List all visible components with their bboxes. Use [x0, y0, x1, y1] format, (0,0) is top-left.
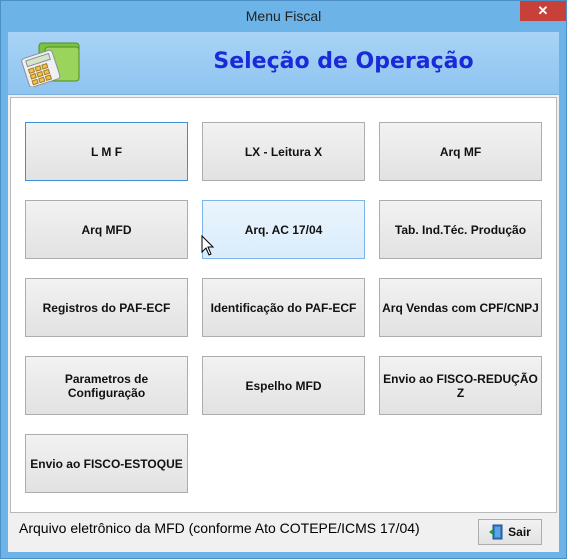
window-title: Menu Fiscal — [245, 8, 322, 24]
operations-panel: L M F LX - Leitura X Arq MF Arq MFD Arq.… — [10, 97, 557, 513]
window: Menu Fiscal ✕ Seleção de Operação L M F … — [0, 0, 567, 559]
identificacao-paf-button[interactable]: Identificação do PAF-ECF — [202, 278, 365, 337]
arq-mfd-button[interactable]: Arq MFD — [25, 200, 188, 259]
title-bar[interactable]: Menu Fiscal ✕ — [1, 1, 566, 32]
lmf-button[interactable]: L M F — [25, 122, 188, 181]
leitura-x-button[interactable]: LX - Leitura X — [202, 122, 365, 181]
status-text: Arquivo eletrônico da MFD (conforme Ato … — [19, 520, 420, 536]
espelho-mfd-button[interactable]: Espelho MFD — [202, 356, 365, 415]
arq-ac-button[interactable]: Arq. AC 17/04 — [202, 200, 365, 259]
close-button[interactable]: ✕ — [520, 1, 566, 21]
mouse-cursor-icon — [201, 235, 215, 256]
calculator-folder-icon — [21, 42, 80, 87]
exit-door-icon — [489, 524, 503, 540]
close-icon: ✕ — [537, 3, 549, 18]
exit-button[interactable]: Sair — [478, 519, 542, 545]
parametros-button[interactable]: Parametros de Configuração — [25, 356, 188, 415]
arq-vendas-button[interactable]: Arq Vendas com CPF/CNPJ — [379, 278, 542, 337]
arq-mf-button[interactable]: Arq MF — [379, 122, 542, 181]
tab-ind-tec-button[interactable]: Tab. Ind.Téc. Produção — [379, 200, 542, 259]
envio-estoque-button[interactable]: Envio ao FISCO-ESTOQUE — [25, 434, 188, 493]
header-banner: Seleção de Operação — [8, 32, 559, 95]
client-area: Seleção de Operação L M F LX - Leitura X… — [8, 32, 559, 552]
exit-label: Sair — [508, 525, 531, 539]
registros-paf-button[interactable]: Registros do PAF-ECF — [25, 278, 188, 337]
page-title: Seleção de Operação — [213, 49, 474, 74]
envio-reducao-z-button[interactable]: Envio ao FISCO-REDUÇÃO Z — [379, 356, 542, 415]
